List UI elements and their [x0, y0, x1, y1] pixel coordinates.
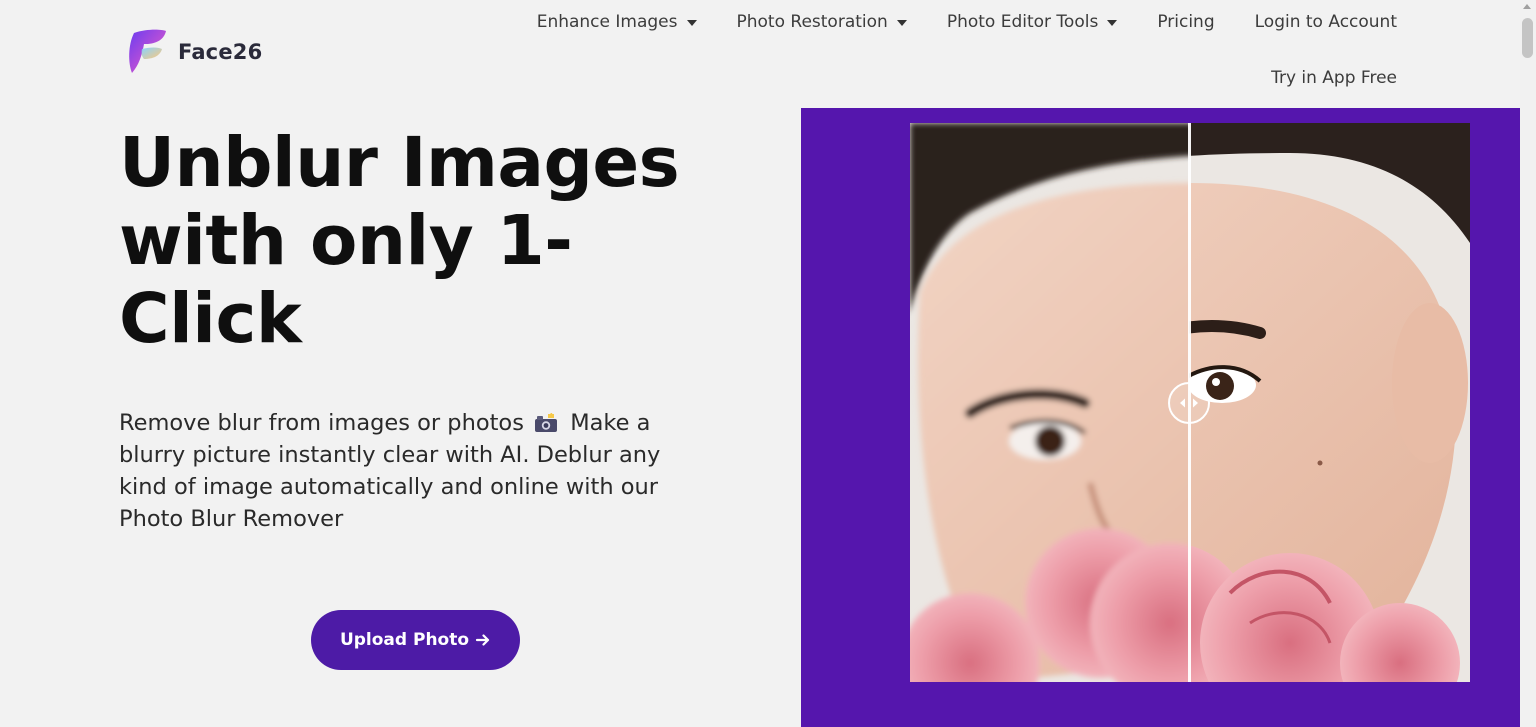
nav-item-label: Photo Restoration — [736, 12, 888, 32]
scroll-up-icon[interactable] — [1523, 4, 1531, 9]
nav-item-pricing[interactable]: Pricing — [1157, 12, 1214, 32]
arrow-right-icon — [475, 634, 490, 646]
primary-nav: Enhance Images Photo Restoration Photo E… — [537, 12, 1397, 32]
hero-title: Unblur Images with only 1-Click — [119, 123, 680, 359]
nav-item-label: Enhance Images — [536, 12, 678, 32]
page: Face26 Enhance Images Photo Restoration … — [0, 0, 1536, 727]
comparison-handle[interactable] — [1168, 382, 1210, 424]
camera-flash-icon — [535, 413, 558, 432]
nav-item-login[interactable]: Login to Account — [1255, 12, 1397, 32]
nav-item-photo-restoration[interactable]: Photo Restoration — [737, 12, 907, 32]
hero-subtitle-part1: Remove blur from images or photos — [119, 410, 524, 436]
hero-subtitle: Remove blur from images or photos Make a… — [119, 407, 709, 535]
try-in-app-link[interactable]: Try in App Free — [1271, 68, 1397, 88]
nav-item-label: Login to Account — [1254, 12, 1397, 32]
brand-name: Face26 — [178, 40, 263, 64]
nav-item-photo-editor-tools[interactable]: Photo Editor Tools — [947, 12, 1118, 32]
chevron-down-icon — [686, 20, 697, 26]
left-right-arrows-icon — [1180, 398, 1198, 408]
page-scrollbar[interactable] — [1520, 0, 1536, 727]
nav-item-label: Photo Editor Tools — [946, 12, 1099, 32]
upload-photo-button[interactable]: Upload Photo — [311, 610, 520, 670]
chevron-down-icon — [1107, 20, 1118, 26]
brand-logo-link[interactable]: Face26 — [120, 27, 262, 77]
nav-item-enhance-images[interactable]: Enhance Images — [537, 12, 697, 32]
upload-photo-label: Upload Photo — [339, 630, 470, 650]
nav-item-label: Pricing — [1157, 12, 1215, 32]
scrollbar-thumb[interactable] — [1522, 18, 1533, 58]
face26-logo-icon — [129, 29, 166, 73]
chevron-down-icon — [896, 20, 907, 26]
